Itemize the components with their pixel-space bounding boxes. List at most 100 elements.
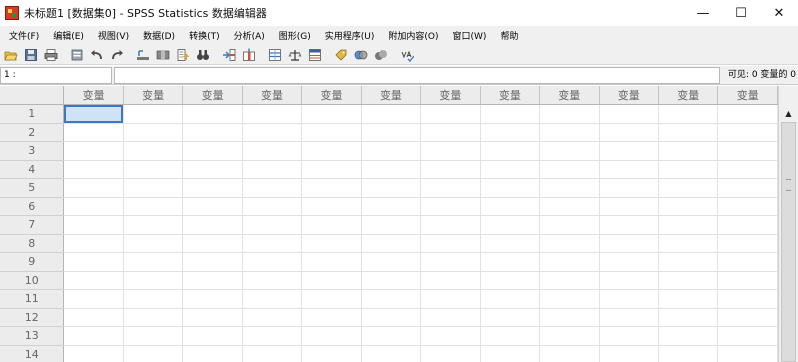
row-header[interactable]: 5	[0, 178, 65, 198]
data-cell[interactable]	[658, 271, 719, 290]
scroll-up-arrow-icon[interactable]: ▲	[780, 106, 797, 120]
data-cell[interactable]	[717, 252, 778, 272]
menu-data[interactable]: 数据(D)	[136, 29, 182, 42]
data-cell[interactable]	[123, 252, 184, 272]
data-cell[interactable]	[123, 345, 184, 362]
data-cell[interactable]	[599, 271, 659, 290]
data-cell[interactable]	[599, 160, 659, 179]
data-cell[interactable]	[242, 141, 303, 161]
data-cell[interactable]	[599, 252, 659, 272]
data-cell[interactable]	[539, 234, 600, 253]
data-cell[interactable]	[63, 252, 124, 272]
data-cell[interactable]	[480, 326, 541, 346]
grid-corner[interactable]	[0, 86, 65, 105]
data-cell[interactable]	[480, 345, 541, 362]
data-cell[interactable]	[242, 123, 303, 142]
data-cell[interactable]	[658, 345, 719, 362]
column-header[interactable]: 变量	[480, 86, 541, 105]
data-cell[interactable]	[717, 234, 778, 253]
column-header[interactable]: 变量	[242, 86, 303, 105]
menu-analyze[interactable]: 分析(A)	[227, 29, 272, 42]
save-icon[interactable]	[22, 47, 39, 63]
data-cell[interactable]	[301, 345, 362, 362]
data-cell[interactable]	[361, 215, 422, 235]
data-cell[interactable]	[420, 252, 481, 272]
data-cell[interactable]	[63, 215, 124, 235]
data-cell[interactable]	[717, 160, 778, 179]
data-cell[interactable]	[717, 141, 778, 161]
row-header[interactable]: 8	[0, 234, 65, 253]
data-cell[interactable]	[539, 308, 600, 327]
data-cell[interactable]	[480, 289, 541, 309]
dialog-recall-icon[interactable]	[68, 47, 85, 63]
data-cell[interactable]	[242, 215, 303, 235]
data-cell[interactable]	[717, 197, 778, 216]
undo-icon[interactable]	[88, 47, 105, 63]
data-cell[interactable]	[658, 326, 719, 346]
data-cell[interactable]	[599, 308, 659, 327]
data-cell[interactable]	[658, 234, 719, 253]
find-binoculars-icon[interactable]	[194, 47, 211, 63]
data-cell[interactable]	[361, 141, 422, 161]
data-cell[interactable]	[242, 160, 303, 179]
data-cell[interactable]	[717, 345, 778, 362]
data-cell[interactable]	[182, 123, 243, 142]
data-cell[interactable]	[658, 252, 719, 272]
data-cell[interactable]	[539, 289, 600, 309]
data-cell[interactable]	[123, 104, 184, 124]
data-cell[interactable]	[539, 104, 600, 124]
data-cell[interactable]	[539, 123, 600, 142]
data-cell[interactable]	[599, 178, 659, 198]
variables-icon[interactable]	[174, 47, 191, 63]
row-header[interactable]: 1	[0, 104, 65, 124]
data-cell[interactable]	[182, 271, 243, 290]
data-cell[interactable]	[599, 104, 659, 124]
data-cell[interactable]	[420, 234, 481, 253]
column-header[interactable]: 变量	[301, 86, 362, 105]
active-cell[interactable]	[63, 104, 124, 124]
data-cell[interactable]	[301, 104, 362, 124]
menu-utilities[interactable]: 实用程序(U)	[318, 29, 382, 42]
data-cell[interactable]	[63, 271, 124, 290]
data-cell[interactable]	[420, 178, 481, 198]
insert-cases-icon[interactable]	[220, 47, 237, 63]
row-header[interactable]: 12	[0, 308, 65, 327]
data-cell[interactable]	[123, 271, 184, 290]
data-cell[interactable]	[599, 215, 659, 235]
data-cell[interactable]	[301, 123, 362, 142]
data-cell[interactable]	[301, 289, 362, 309]
data-cell[interactable]	[658, 160, 719, 179]
data-cell[interactable]	[361, 123, 422, 142]
data-cell[interactable]	[361, 308, 422, 327]
maximize-button[interactable]: ☐	[722, 0, 760, 26]
data-cell[interactable]	[242, 308, 303, 327]
data-cell[interactable]	[182, 160, 243, 179]
column-header[interactable]: 变量	[361, 86, 422, 105]
data-cell[interactable]	[539, 252, 600, 272]
data-cell[interactable]	[420, 215, 481, 235]
data-cell[interactable]	[539, 271, 600, 290]
menu-transform[interactable]: 转换(T)	[182, 29, 227, 42]
column-header[interactable]: 变量	[182, 86, 243, 105]
close-button[interactable]: ✕	[760, 0, 798, 26]
data-cell[interactable]	[658, 104, 719, 124]
menu-view[interactable]: 视图(V)	[91, 29, 136, 42]
data-cell[interactable]	[480, 123, 541, 142]
data-cell[interactable]	[182, 252, 243, 272]
use-sets-icon[interactable]	[352, 47, 369, 63]
data-cell[interactable]	[480, 104, 541, 124]
split-file-icon[interactable]	[266, 47, 283, 63]
data-cell[interactable]	[301, 271, 362, 290]
data-cell[interactable]	[123, 123, 184, 142]
data-cell[interactable]	[182, 308, 243, 327]
data-cell[interactable]	[182, 234, 243, 253]
data-cell[interactable]	[420, 308, 481, 327]
data-cell[interactable]	[599, 234, 659, 253]
data-cell[interactable]	[658, 123, 719, 142]
data-cell[interactable]	[123, 197, 184, 216]
data-cell[interactable]	[242, 345, 303, 362]
data-cell[interactable]	[717, 289, 778, 309]
data-cell[interactable]	[123, 326, 184, 346]
data-cell[interactable]	[63, 160, 124, 179]
data-cell[interactable]	[420, 160, 481, 179]
